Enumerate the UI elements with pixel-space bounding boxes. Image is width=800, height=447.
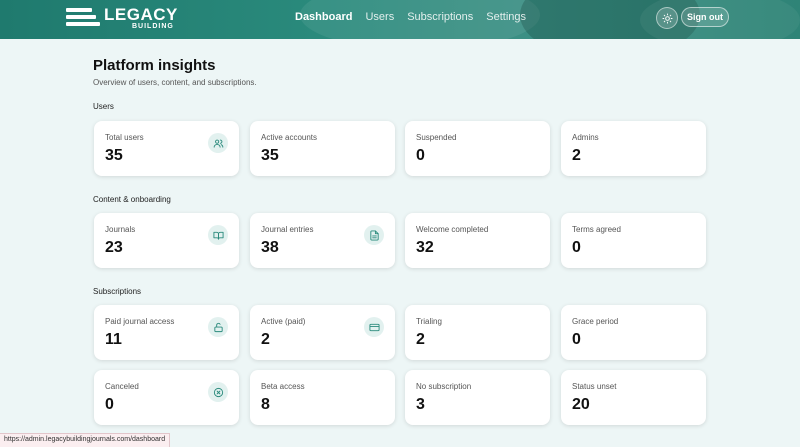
stat-label: Trialing bbox=[416, 317, 442, 326]
sign-out-button[interactable]: Sign out bbox=[681, 7, 729, 27]
stat-value: 0 bbox=[572, 239, 581, 256]
stat-label: Terms agreed bbox=[572, 225, 621, 234]
stat-label: Active accounts bbox=[261, 133, 318, 142]
stat-value: 38 bbox=[261, 239, 279, 256]
stat-card-no-subscription: No subscription 3 bbox=[405, 370, 550, 425]
stat-value: 35 bbox=[105, 147, 123, 164]
stat-card-trialing: Trialing 2 bbox=[405, 305, 550, 360]
credit-card-icon bbox=[364, 317, 384, 337]
stat-label: Beta access bbox=[261, 382, 305, 391]
stat-card-canceled: Canceled 0 bbox=[94, 370, 239, 425]
stat-card-admins: Admins 2 bbox=[561, 121, 706, 176]
stat-value: 2 bbox=[572, 147, 581, 164]
stat-card-terms-agreed: Terms agreed 0 bbox=[561, 213, 706, 268]
document-icon bbox=[364, 225, 384, 245]
stat-value: 0 bbox=[572, 331, 581, 348]
sun-icon bbox=[661, 12, 673, 24]
stat-label: No subscription bbox=[416, 382, 472, 391]
logo-mark-icon bbox=[66, 8, 100, 30]
section-label-users: Users bbox=[93, 102, 114, 111]
stat-card-active-accounts: Active accounts 35 bbox=[250, 121, 395, 176]
stat-label: Paid journal access bbox=[105, 317, 175, 326]
stat-card-status-unset: Status unset 20 bbox=[561, 370, 706, 425]
stat-label: Grace period bbox=[572, 317, 619, 326]
stat-value: 11 bbox=[105, 331, 122, 348]
status-bar-url: https://admin.legacybuildingjournals.com… bbox=[0, 433, 171, 447]
section-label-content: Content & onboarding bbox=[93, 195, 171, 204]
stat-value: 2 bbox=[416, 331, 425, 348]
x-circle-icon bbox=[208, 382, 228, 402]
stat-card-active-paid: Active (paid) 2 bbox=[250, 305, 395, 360]
stat-label: Journals bbox=[105, 225, 136, 234]
page-subtitle: Overview of users, content, and subscrip… bbox=[93, 78, 257, 87]
stat-card-journals: Journals 23 bbox=[94, 213, 239, 268]
stat-card-paid-journal-access: Paid journal access 11 bbox=[94, 305, 239, 360]
stat-value: 35 bbox=[261, 147, 279, 164]
users-icon bbox=[208, 133, 228, 153]
stat-label: Total users bbox=[105, 133, 144, 142]
stat-value: 8 bbox=[261, 396, 270, 413]
stat-value: 0 bbox=[416, 147, 425, 164]
nav-users[interactable]: Users bbox=[365, 11, 394, 23]
nav-settings[interactable]: Settings bbox=[486, 11, 526, 23]
brand-name: LEGACY bbox=[104, 5, 178, 24]
stat-label: Active (paid) bbox=[261, 317, 306, 326]
main-nav: Dashboard Users Subscriptions Settings bbox=[295, 11, 526, 23]
lock-open-icon bbox=[208, 317, 228, 337]
stat-value: 23 bbox=[105, 239, 123, 256]
nav-subscriptions[interactable]: Subscriptions bbox=[407, 11, 473, 23]
stat-card-welcome-completed: Welcome completed 32 bbox=[405, 213, 550, 268]
section-label-subscriptions: Subscriptions bbox=[93, 287, 142, 296]
stat-label: Admins bbox=[572, 133, 599, 142]
stat-value: 0 bbox=[105, 396, 114, 413]
stat-value: 2 bbox=[261, 331, 270, 348]
brand-subtitle: BUILDING bbox=[132, 23, 174, 30]
stat-value: 32 bbox=[416, 239, 434, 256]
top-nav-bar: LEGACY BUILDING Dashboard Users Subscrip… bbox=[0, 0, 800, 39]
page-title: Platform insights bbox=[93, 57, 216, 74]
book-open-icon bbox=[208, 225, 228, 245]
stat-card-suspended: Suspended 0 bbox=[405, 121, 550, 176]
stat-label: Canceled bbox=[105, 382, 139, 391]
stat-card-beta-access: Beta access 8 bbox=[250, 370, 395, 425]
stat-label: Suspended bbox=[416, 133, 457, 142]
stat-label: Status unset bbox=[572, 382, 617, 391]
stat-card-journal-entries: Journal entries 38 bbox=[250, 213, 395, 268]
stat-label: Journal entries bbox=[261, 225, 314, 234]
theme-toggle-button[interactable] bbox=[656, 7, 678, 29]
stat-card-grace-period: Grace period 0 bbox=[561, 305, 706, 360]
nav-dashboard[interactable]: Dashboard bbox=[295, 11, 352, 23]
stat-label: Welcome completed bbox=[416, 225, 489, 234]
stat-value: 20 bbox=[572, 396, 590, 413]
stat-value: 3 bbox=[416, 396, 425, 413]
stat-card-total-users: Total users 35 bbox=[94, 121, 239, 176]
